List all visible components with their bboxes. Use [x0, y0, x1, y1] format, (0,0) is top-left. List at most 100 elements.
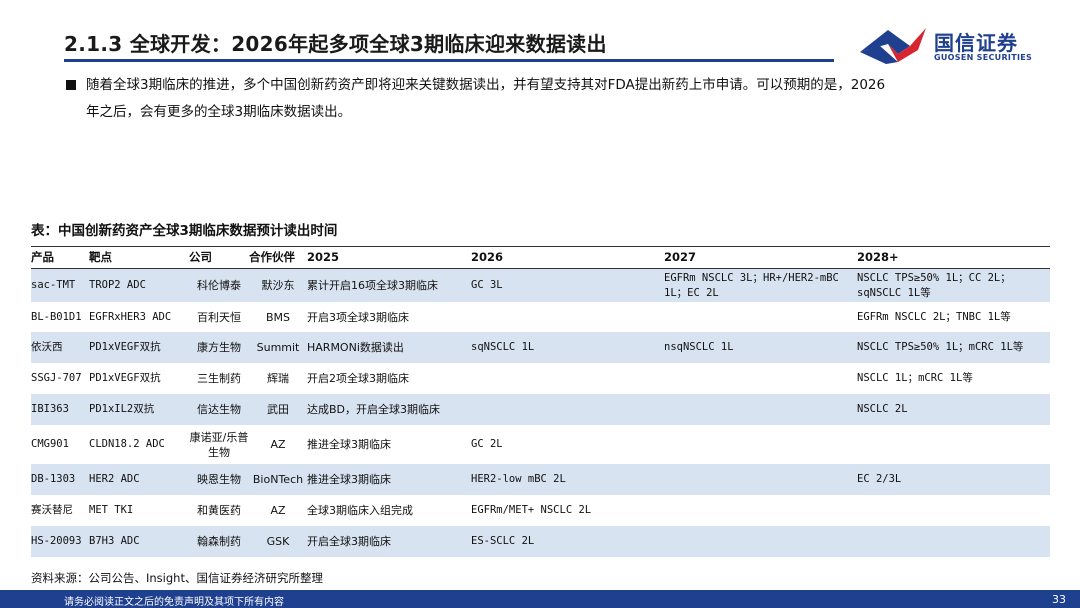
page-footer: 请务必阅读正文之后的免责声明及其项下所有内容 33 — [0, 590, 1080, 608]
cell-partner: AZ — [270, 504, 286, 517]
cell-company: 康诺亚/乐普生物 — [189, 430, 249, 459]
square-bullet-icon — [66, 80, 76, 90]
cell-2025: 开启2项全球3期临床 — [307, 372, 409, 385]
table-row: HS-20093 B7H3 ADC 翰森制药 GSK 开启全球3期临床 ES-SCLC 2… — [31, 526, 1050, 557]
cell-2027 — [664, 302, 857, 332]
table-row: BL-B01D1 EGFRxHER3 ADC 百利天恒 BMS 开启3项全球3期临床 EG… — [31, 302, 1050, 332]
cell-2027: nsqNSCLC 1L — [664, 341, 734, 353]
table-row: 赛沃替尼 MET TKI 和黄医药 AZ 全球3期临床入组完成 EGFRm/MET+ NS… — [31, 495, 1050, 526]
title-underline — [64, 59, 834, 62]
logo-english-name: GUOSEN SECURITIES — [934, 53, 1033, 62]
cell-2025: 推进全球3期临床 — [307, 473, 391, 486]
cell-2026: EGFRm/MET+ NSCLC 2L — [471, 504, 592, 516]
cell-company: 科伦博泰 — [197, 279, 241, 292]
cell-2025: 推进全球3期临床 — [307, 438, 391, 451]
cell-2027: EGFRm NSCLC 3L；HR+/HER2-mBC 1L；EC 2L — [664, 271, 839, 299]
page-number: 33 — [1052, 593, 1066, 606]
cell-2026: ES-SCLC 2L — [471, 535, 535, 547]
cell-target: PD1xVEGF双抗 — [89, 341, 161, 353]
cell-2026: GC 3L — [471, 279, 503, 291]
cell-2026 — [471, 363, 664, 394]
cell-product: SSGJ-707 — [31, 372, 82, 384]
cell-target: CLDN18.2 ADC — [89, 438, 165, 450]
cell-target: B7H3 ADC — [89, 535, 140, 547]
bullet-line-2: 年之后，会有更多的全球3期临床数据读出。 — [86, 104, 352, 120]
logo-chinese-name: 国信证券 — [934, 31, 1018, 55]
cell-partner: 武田 — [267, 403, 289, 416]
cell-2027 — [664, 425, 857, 464]
guosen-logo: 国信证券 GUOSEN SECURITIES — [858, 24, 1038, 66]
cell-company: 翰森制药 — [197, 535, 241, 548]
cell-2028-plus — [857, 425, 1050, 464]
guosen-logo-icon — [860, 28, 926, 64]
header-2025: 2025 — [307, 250, 340, 264]
cell-product: HS-20093 — [31, 535, 82, 547]
cell-product: DB-1303 — [31, 473, 76, 485]
cell-product: sac-TMT — [31, 279, 76, 291]
cell-2027 — [664, 464, 857, 495]
cell-target: MET TKI — [89, 504, 134, 516]
cell-target: TROP2 ADC — [89, 279, 146, 291]
cell-product: 赛沃替尼 — [31, 504, 73, 516]
cell-company: 百利天恒 — [197, 310, 241, 324]
table-row: SSGJ-707 PD1xVEGF双抗 三生制药 辉瑞 开启2项全球3期临床 NSCLC … — [31, 363, 1050, 394]
disclaimer-text: 请务必阅读正文之后的免责声明及其项下所有内容 — [64, 597, 284, 608]
cell-target: PD1xVEGF双抗 — [89, 372, 161, 384]
cell-company: 和黄医药 — [197, 504, 241, 517]
page-header: 2.1.3 全球开发：2026年起多项全球3期临床迎来数据读出 国信证券 GUO… — [0, 0, 1080, 70]
bullet-line-1: 随着全球3期临床的推进，多个中国创新药资产即将迎来关键数据读出，并有望支持其对F… — [86, 77, 886, 93]
header-target: 靶点 — [89, 250, 112, 264]
header-2026: 2026 — [471, 250, 504, 264]
cell-partner: BMS — [265, 310, 291, 324]
cell-2025: 全球3期临床入组完成 — [307, 504, 413, 517]
cell-2028-plus: NSCLC TPS≥50% 1L；CC 2L；sqNSCLC 1L等 — [857, 271, 1011, 299]
cell-2026: GC 2L — [471, 438, 503, 450]
table-row: 依沃西 PD1xVEGF双抗 康方生物 Summit HARMONi数据读出 sqNSCL… — [31, 332, 1050, 363]
cell-2028-plus: NSCLC 1L；mCRC 1L等 — [857, 372, 973, 384]
cell-company: 三生制药 — [197, 372, 241, 385]
cell-2025: 达成BD，开启全球3期临床 — [307, 403, 441, 416]
intro-paragraph: 随着全球3期临床的推进，多个中国创新药资产即将迎来关键数据读出，并有望支持其对F… — [66, 72, 1026, 126]
table-row: CMG901 CLDN18.2 ADC 康诺亚/乐普生物 AZ 推进全球3期临床 GC 2… — [31, 425, 1050, 464]
cell-2026 — [471, 394, 664, 425]
source-note: 资料来源：公司公告、Insight、国信证券经济研究所整理 — [31, 571, 323, 585]
cell-target: HER2 ADC — [89, 473, 140, 485]
cell-2026: HER2-low mBC 2L — [471, 473, 566, 485]
table-header-row: 产品 靶点 公司 合作伙伴 2025 2026 2027 2028+ — [31, 247, 1050, 269]
table-title: 表：中国创新药资产全球3期临床数据预计读出时间 — [31, 223, 338, 239]
cell-2028-plus: NSCLC TPS≥50% 1L；mCRC 1L等 — [857, 341, 1024, 353]
cell-2028-plus: NSCLC 2L — [857, 403, 908, 415]
table-row: DB-1303 HER2 ADC 映恩生物 BioNTech 推进全球3期临床 HER2-… — [31, 464, 1050, 495]
cell-partner: BioNTech — [252, 473, 304, 486]
cell-2028-plus — [857, 495, 1050, 526]
cell-target: PD1xIL2双抗 — [89, 403, 155, 415]
cell-2026 — [471, 302, 664, 332]
table-row: IBI363 PD1xIL2双抗 信达生物 武田 达成BD，开启全球3期临床 NSCLC … — [31, 394, 1050, 425]
readout-table: 产品 靶点 公司 合作伙伴 2025 2026 2027 2028+ sac-T… — [31, 247, 1050, 557]
cell-product: CMG901 — [31, 438, 69, 450]
cell-company: 康方生物 — [197, 341, 241, 354]
cell-2027 — [664, 363, 857, 394]
header-company: 公司 — [189, 250, 212, 264]
cell-company: 信达生物 — [197, 403, 241, 416]
cell-product: IBI363 — [31, 403, 69, 415]
cell-2028-plus: EC 2/3L — [857, 473, 902, 485]
cell-partner: GSK — [266, 535, 290, 548]
cell-2028-plus: EGFRm NSCLC 2L；TNBC 1L等 — [857, 310, 1011, 323]
cell-partner: Summit — [256, 341, 300, 354]
table-row: sac-TMT TROP2 ADC 科伦博泰 默沙东 累计开启16项全球3期临床 GC 3… — [31, 269, 1050, 302]
cell-target: EGFRxHER3 ADC — [89, 310, 172, 323]
cell-2025: 开启全球3期临床 — [307, 535, 391, 548]
page-title: 2.1.3 全球开发：2026年起多项全球3期临床迎来数据读出 — [64, 32, 607, 56]
cell-2025: 累计开启16项全球3期临床 — [307, 279, 438, 292]
cell-2025: 开启3项全球3期临床 — [307, 310, 409, 324]
cell-2025: HARMONi数据读出 — [307, 341, 404, 354]
header-product: 产品 — [31, 250, 54, 264]
cell-company: 映恩生物 — [197, 473, 241, 486]
cell-2027 — [664, 495, 857, 526]
cell-2027 — [664, 394, 857, 425]
cell-partner: 默沙东 — [261, 279, 295, 292]
cell-product: BL-B01D1 — [31, 310, 82, 323]
cell-2028-plus — [857, 526, 1050, 557]
cell-2026: sqNSCLC 1L — [471, 341, 535, 353]
